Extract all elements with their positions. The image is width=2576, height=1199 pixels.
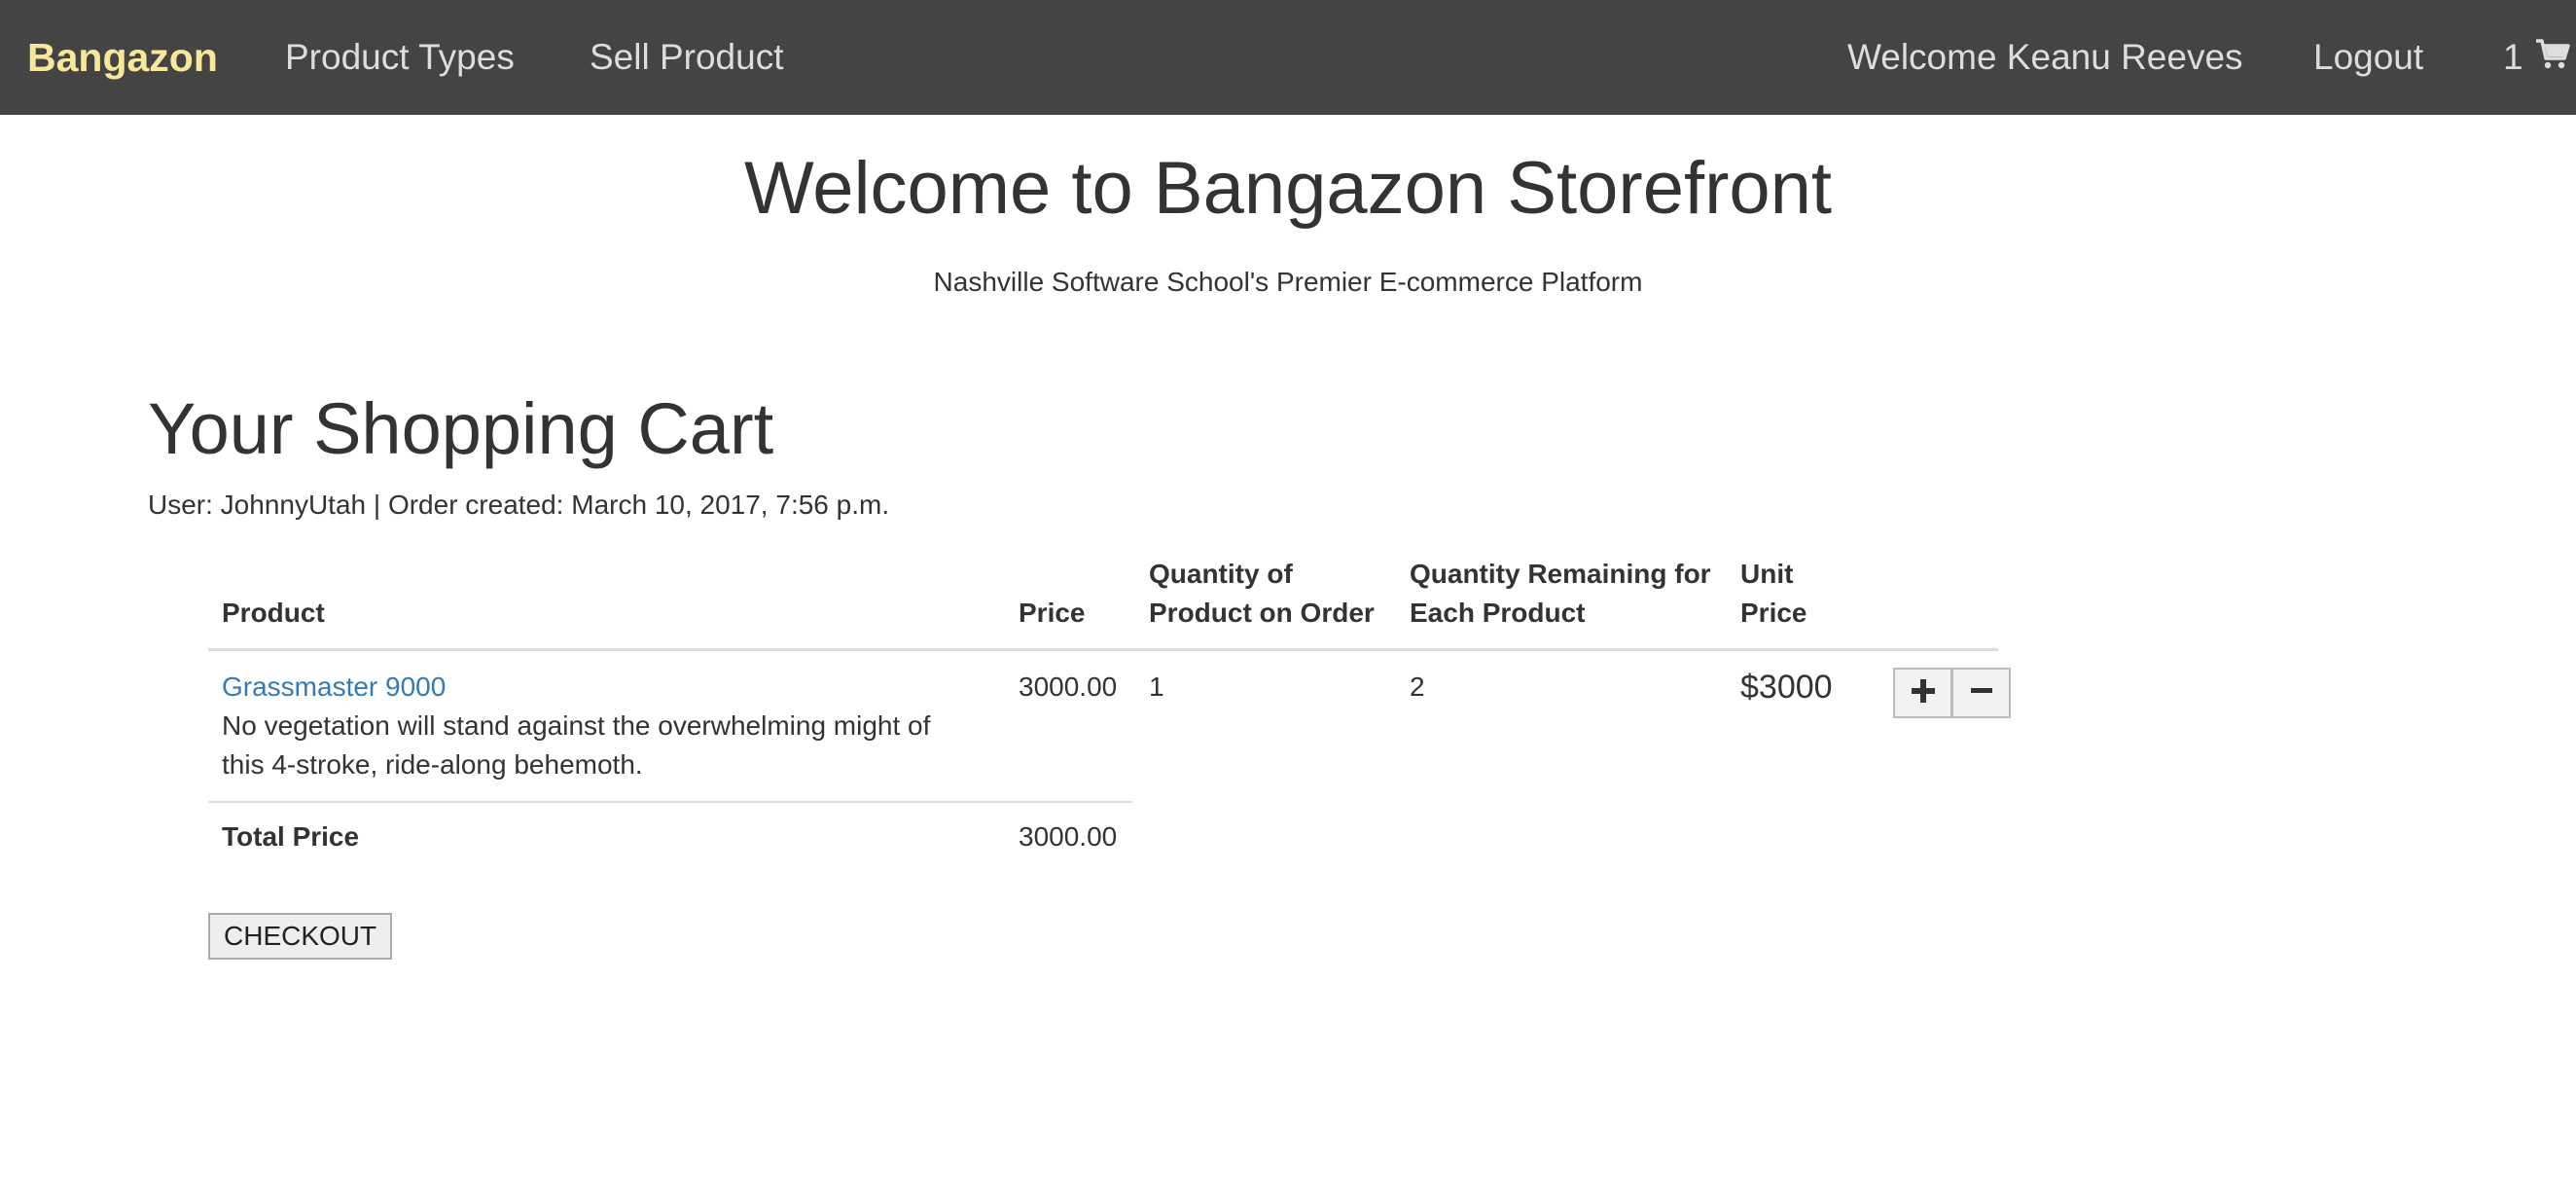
qty-remaining: 2	[1410, 672, 1425, 702]
total-price-label: Total Price	[222, 821, 360, 852]
product-description-line1: No vegetation will stand against the ove…	[222, 710, 931, 741]
column-header-product: Product	[222, 598, 325, 628]
column-header-price: Price	[1019, 598, 1086, 628]
column-header-unit-price-line1: Unit	[1740, 559, 1794, 589]
nav-cart-link[interactable]: 1	[2503, 0, 2570, 115]
increase-quantity-button[interactable]	[1893, 668, 1952, 718]
order-meta: User: JohnnyUtah | Order created: March …	[148, 490, 890, 520]
nav-logout[interactable]: Logout	[2313, 0, 2423, 115]
header-divider	[208, 648, 1998, 651]
qty-on-order: 1	[1149, 672, 1164, 702]
shopping-cart-icon	[2535, 0, 2570, 118]
product-description: No vegetation will stand against the ove…	[222, 707, 961, 784]
column-header-unit-price-line2: Price	[1740, 598, 1807, 628]
minus-icon	[1969, 678, 1994, 708]
row-divider	[208, 801, 1132, 803]
nav-sell-product[interactable]: Sell Product	[590, 0, 784, 115]
cart-count: 1	[2503, 37, 2523, 77]
cart-heading: Your Shopping Cart	[148, 388, 774, 469]
checkout-button[interactable]: CHECKOUT	[208, 913, 393, 960]
decrease-quantity-button[interactable]	[1951, 668, 2011, 718]
page-subtitle: Nashville Software School's Premier E-co…	[933, 267, 1643, 297]
brand-link[interactable]: Bangazon	[27, 0, 218, 115]
table-row: Grassmaster 9000 No vegetation will stan…	[222, 668, 961, 784]
product-description-line2: this 4-stroke, ride-along behemoth.	[222, 749, 643, 780]
column-header-unit-price: Unit Price	[1740, 555, 1807, 633]
column-header-qty-remaining: Quantity Remaining for Each Product	[1410, 555, 1711, 633]
total-price-value: 3000.00	[1019, 821, 1118, 852]
unit-price: $3000	[1740, 669, 1833, 706]
page-title: Welcome to Bangazon Storefront	[743, 147, 1833, 230]
plus-icon	[1911, 678, 1936, 708]
nav-welcome-user[interactable]: Welcome Keanu Reeves	[1847, 0, 2243, 115]
nav-product-types[interactable]: Product Types	[285, 0, 515, 115]
column-header-qty-remaining-line2: Each Product	[1410, 598, 1586, 628]
column-header-qty-on-order-line2: Product on Order	[1149, 598, 1375, 628]
column-header-qty-remaining-line1: Quantity Remaining for	[1410, 559, 1711, 589]
column-header-qty-on-order: Quantity of Product on Order	[1149, 555, 1375, 633]
navbar: Bangazon Product Types Sell Product Welc…	[0, 0, 2576, 115]
product-link[interactable]: Grassmaster 9000	[222, 672, 446, 702]
quantity-stepper	[1893, 668, 2011, 718]
product-price: 3000.00	[1019, 672, 1118, 702]
column-header-qty-on-order-line1: Quantity of	[1149, 559, 1293, 589]
